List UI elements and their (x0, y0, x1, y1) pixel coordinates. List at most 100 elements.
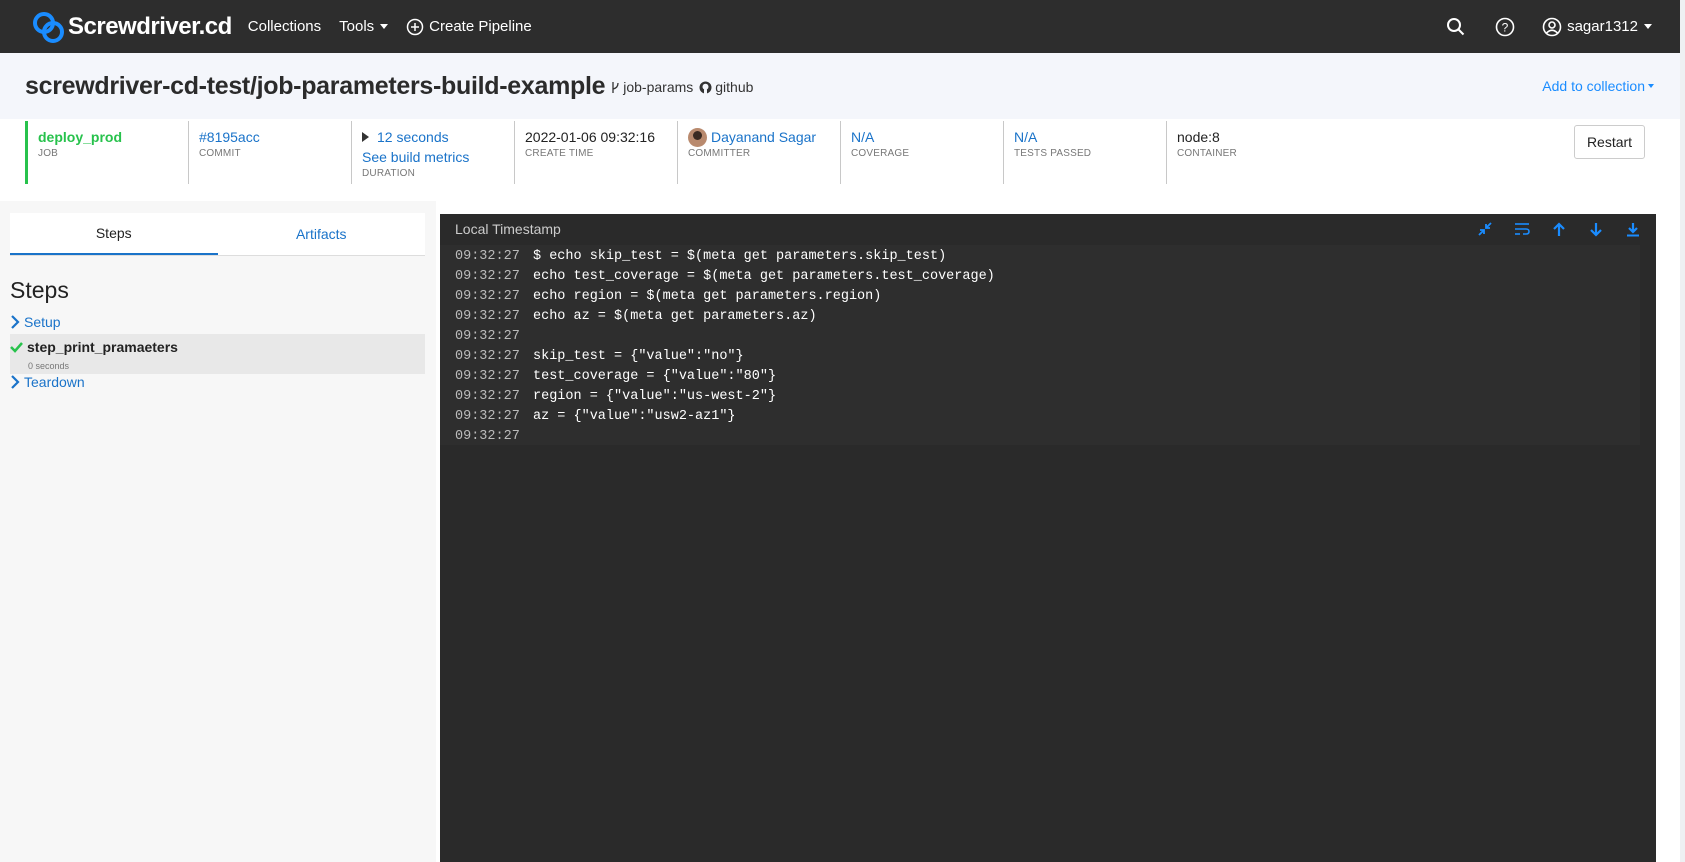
arrow-up-icon[interactable] (1548, 218, 1570, 240)
page-scrollbar[interactable] (1680, 0, 1685, 862)
tests-passed-label: TESTS PASSED (1014, 148, 1092, 159)
collapse-icon[interactable] (1474, 218, 1496, 240)
username: sagar1312 (1567, 18, 1638, 35)
log-text: echo az = $(meta get parameters.az) (533, 309, 817, 324)
wrap-text-icon[interactable] (1511, 218, 1533, 240)
log-timestamp: 09:32:27 (455, 309, 520, 324)
add-to-collection-dropdown[interactable]: Add to collection (1542, 78, 1654, 94)
nav-tools-label: Tools (339, 18, 375, 35)
coverage-value[interactable]: N/A (851, 127, 1003, 147)
scm-name: github (715, 79, 754, 95)
svg-text:?: ? (1502, 20, 1509, 34)
step-setup[interactable]: Setup (10, 312, 425, 332)
log-timestamp: 09:32:27 (455, 349, 520, 364)
nav-right-group: ? sagar1312 (1416, 16, 1652, 38)
log-text: echo test_coverage = $(meta get paramete… (533, 269, 995, 284)
step-teardown-label: Teardown (24, 374, 85, 390)
log-line: 09:32:27 skip_test = {"value":"no"} (455, 349, 744, 364)
download-icon[interactable] (1622, 218, 1644, 240)
log-header: Local Timestamp (440, 214, 1656, 244)
log-line: 09:32:27 echo az = $(meta get parameters.… (455, 309, 817, 324)
top-navbar: Screwdriver.cd Collections Tools Create … (0, 0, 1680, 53)
create-time-value: 2022-01-06 09:32:16 (525, 129, 655, 145)
steps-heading: Steps (10, 277, 69, 303)
log-line: 09:32:27 echo test_coverage = $(meta get … (455, 269, 995, 284)
log-line: 09:32:27 az = {"value":"usw2-az1"} (455, 409, 736, 424)
log-text: echo region = $(meta get parameters.regi… (533, 289, 882, 304)
nav-collections-label: Collections (247, 18, 322, 35)
nav-collections[interactable]: Collections (248, 18, 321, 35)
build-banner: deploy_prod JOB #8195acc COMMIT 12 secon… (0, 119, 1680, 201)
committer-label: COMMITTER (688, 148, 751, 159)
search-icon[interactable] (1444, 16, 1466, 38)
brand-logo[interactable]: Screwdriver.cd (32, 10, 232, 44)
avatar (688, 127, 707, 147)
steps-tabs: Steps Artifacts (10, 213, 425, 256)
log-timestamp: 09:32:27 (455, 249, 520, 264)
log-timestamp: 09:32:27 (455, 329, 520, 344)
log-timestamp: 09:32:27 (455, 389, 520, 404)
arrow-down-icon[interactable] (1585, 218, 1607, 240)
duration-row[interactable]: 12 seconds (362, 127, 514, 147)
plus-circle-icon (406, 18, 424, 35)
brand-name: Screwdriver.cd (68, 12, 232, 40)
log-text: skip_test = {"value":"no"} (533, 349, 744, 364)
step-setup-label: Setup (24, 314, 61, 330)
restart-button[interactable]: Restart (1574, 125, 1645, 159)
tab-steps[interactable]: Steps (10, 213, 218, 255)
nav-create-pipeline[interactable]: Create Pipeline (406, 18, 532, 36)
log-text: region = {"value":"us-west-2"} (533, 389, 777, 404)
nav-create-pipeline-label: Create Pipeline (429, 18, 532, 35)
step-active-name: step_print_pramaeters (27, 339, 178, 355)
log-timestamp: 09:32:27 (455, 269, 520, 284)
log-timestamp: 09:32:27 (455, 289, 520, 304)
chevron-right-icon (11, 315, 20, 329)
duration-label: DURATION (362, 168, 416, 179)
add-to-collection-label: Add to collection (1542, 78, 1645, 94)
chevron-down-icon (380, 24, 389, 29)
log-line: 09:32:27 $ echo skip_test = $(meta get pa… (455, 249, 946, 264)
log-line: 09:32:27 (455, 329, 533, 344)
log-text: az = {"value":"usw2-az1"} (533, 409, 736, 424)
log-timestamp-toggle[interactable]: Local Timestamp (455, 221, 561, 237)
banner-committer: Dayanand Sagar COMMITTER (677, 121, 840, 184)
banner-commit: #8195acc COMMIT (188, 121, 351, 184)
tab-artifacts[interactable]: Artifacts (218, 213, 426, 255)
chevron-down-icon (1644, 24, 1652, 29)
log-timestamp: 09:32:27 (455, 409, 520, 424)
log-panel: Local Timestamp 09:32:27 $ echo skip_tes… (440, 214, 1656, 862)
coverage-label: COVERAGE (851, 148, 910, 159)
banner-container: node:8 CONTAINER (1166, 121, 1366, 184)
github-icon (699, 81, 712, 93)
screwdriver-logo-icon (33, 11, 64, 43)
help-icon[interactable]: ? (1494, 16, 1516, 38)
container-value: node:8 (1177, 129, 1220, 145)
chevron-down-icon (1648, 84, 1654, 88)
play-icon (362, 132, 369, 142)
pipeline-header: screwdriver-cd-test/job-parameters-build… (0, 53, 1680, 119)
step-teardown[interactable]: Teardown (10, 372, 425, 392)
job-name[interactable]: deploy_prod (38, 127, 188, 147)
tests-passed-value[interactable]: N/A (1014, 127, 1166, 147)
log-timestamp: 09:32:27 (455, 369, 520, 384)
scm-info: github (699, 79, 753, 95)
user-menu[interactable]: sagar1312 (1542, 17, 1652, 37)
committer-row[interactable]: Dayanand Sagar (688, 127, 840, 147)
branch-info: job-params (611, 79, 693, 95)
commit-sha[interactable]: #8195acc (199, 127, 351, 147)
create-time-label: CREATE TIME (525, 148, 594, 159)
nav-tools-dropdown[interactable]: Tools (339, 18, 389, 35)
step-active[interactable]: step_print_pramaeters 0 seconds (10, 334, 425, 374)
user-avatar-icon (1542, 17, 1562, 36)
banner-create-time: 2022-01-06 09:32:16 CREATE TIME (514, 121, 677, 184)
branch-name: job-params (623, 79, 694, 95)
log-timestamp: 09:32:27 (455, 429, 520, 444)
log-body[interactable]: 09:32:27 $ echo skip_test = $(meta get pa… (440, 245, 1640, 445)
build-steps-panel: Steps Artifacts Steps Setup step_print_p… (0, 201, 436, 862)
banner-job: deploy_prod JOB (25, 121, 188, 184)
log-line: 09:32:27 (455, 429, 533, 444)
page-title[interactable]: screwdriver-cd-test/job-parameters-build… (25, 72, 606, 101)
chevron-right-icon (11, 375, 20, 389)
build-metrics-link[interactable]: See build metrics (362, 147, 514, 167)
log-text: $ echo skip_test = $(meta get parameters… (533, 249, 947, 264)
